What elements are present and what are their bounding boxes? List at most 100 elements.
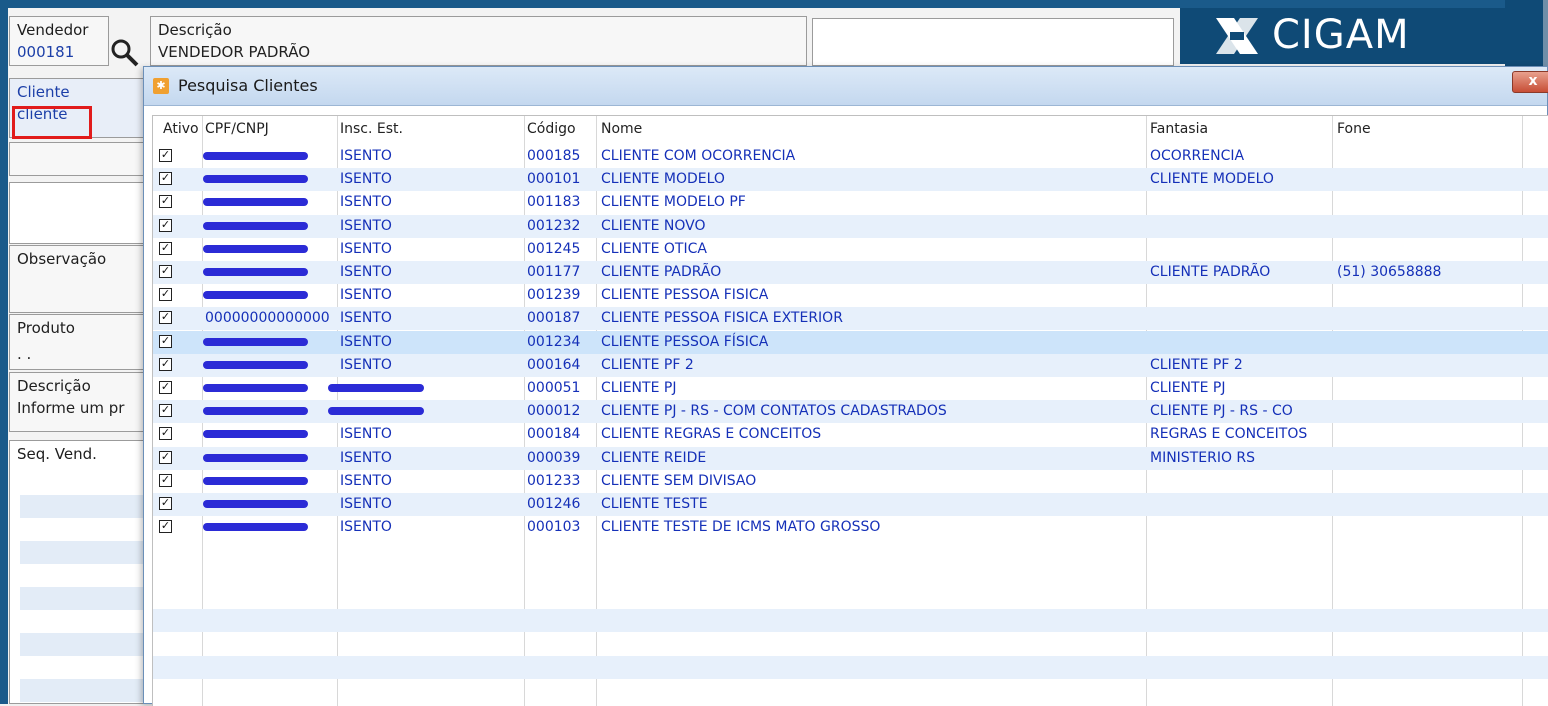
search-icon[interactable] [110, 38, 140, 68]
window-top-frame [0, 0, 1548, 8]
header-fantasia[interactable]: Fantasia [1150, 121, 1208, 137]
codigo-cell: 001245 [527, 240, 581, 257]
codigo-cell: 000039 [527, 449, 581, 466]
ativo-checkbox[interactable]: ✓ [159, 497, 172, 510]
fantasia-cell: OCORRENCIA [1150, 148, 1245, 164]
cpf-cnpj-redacted [203, 453, 308, 462]
nome-cell: CLIENTE PESSOA FISICA EXTERIOR [601, 310, 843, 327]
nome-cell: CLIENTE NOVO [601, 217, 706, 234]
insc-est-cell: ISENTO [340, 310, 392, 327]
cpf-cnpj-redacted [203, 476, 308, 485]
ativo-checkbox[interactable]: ✓ [159, 381, 172, 394]
header-nome[interactable]: Nome [601, 121, 642, 137]
header-fone[interactable]: Fone [1337, 121, 1371, 137]
cpf-cnpj-redacted [203, 152, 308, 160]
codigo-cell: 000184 [527, 426, 581, 443]
pesquisa-clientes-dialog[interactable]: ✱ Pesquisa Clientes x Ativo CPF/CNPJ Ins… [143, 66, 1548, 706]
ativo-checkbox[interactable]: ✓ [159, 473, 172, 487]
table-row[interactable]: ✓ ISENTO 001245 CLIENTE OTICA [153, 238, 1548, 261]
insc-est-cell: ISENTO [340, 426, 392, 443]
observacao-field[interactable]: Observação [9, 245, 149, 313]
table-row[interactable]: ✓ ISENTO 001239 CLIENTE PESSOA FISICA [153, 284, 1548, 307]
nome-cell: CLIENTE PF 2 [601, 356, 694, 373]
codigo-cell: 001232 [527, 217, 581, 234]
ativo-checkbox[interactable]: ✓ [159, 265, 172, 278]
ativo-checkbox[interactable]: ✓ [159, 427, 172, 441]
table-row[interactable]: ✓ ISENTO 000103 CLIENTE TESTE DE ICMS MATO … [153, 516, 1548, 539]
descricao-produto-field: Descrição Informe um pr [9, 372, 149, 432]
produto-label: Produto [17, 319, 75, 337]
nome-cell: CLIENTE MODELO [601, 171, 725, 188]
ativo-checkbox[interactable]: ✓ [159, 520, 172, 534]
table-row[interactable]: ✓ ISENTO 000184 CLIENTE REGRAS E CONCEITOS R… [153, 423, 1548, 446]
cliente-highlight [12, 106, 92, 139]
nome-cell: CLIENTE PADRÃO [601, 264, 722, 280]
ativo-checkbox[interactable]: ✓ [159, 218, 172, 232]
insc-est-cell: ISENTO [340, 194, 392, 211]
nome-cell: CLIENTE PESSOA FÍSICA [601, 333, 769, 350]
table-row[interactable]: ✓ ISENTO 001232 CLIENTE NOVO [153, 214, 1548, 238]
table-row[interactable]: ✓ 000012 CLIENTE PJ - RS - COM CONTATOS CA… [153, 400, 1548, 424]
produto-field[interactable]: Produto . . [9, 314, 149, 370]
ativo-checkbox[interactable]: ✓ [159, 149, 172, 162]
items-grid[interactable]: Seq. Vend. [9, 440, 151, 704]
header-cpf-cnpj[interactable]: CPF/CNPJ [205, 121, 269, 137]
empty-field[interactable] [812, 18, 1174, 66]
table-row[interactable]: ✓ ISENTO 001246 CLIENTE TESTE [153, 493, 1548, 516]
descricao-produto-value: Informe um pr [17, 399, 125, 417]
cpf-cnpj-redacted [203, 360, 308, 369]
table-row[interactable]: ✓ ISENTO 000101 CLIENTE MODELO CLIENTE MODEL… [153, 168, 1548, 192]
codigo-cell: 000103 [527, 519, 581, 536]
fantasia-cell: CLIENTE PF 2 [1150, 356, 1243, 373]
seq-vend-header: Seq. Vend. [17, 445, 97, 463]
nome-cell: CLIENTE OTICA [601, 240, 707, 257]
codigo-cell: 000012 [527, 403, 581, 420]
ativo-checkbox[interactable]: ✓ [159, 241, 172, 255]
ativo-checkbox[interactable]: ✓ [159, 288, 172, 302]
ativo-checkbox[interactable]: ✓ [159, 404, 172, 418]
vendedor-field[interactable]: Vendedor 000181 [9, 16, 109, 66]
fantasia-cell: CLIENTE PJ - RS - CO [1150, 403, 1293, 420]
table-row[interactable]: ✓ 00000000000000 ISENTO 000187 CLIENTE PESSO… [153, 307, 1548, 331]
cpf-cnpj-redacted [203, 291, 308, 300]
ativo-checkbox[interactable]: ✓ [159, 334, 172, 348]
ativo-checkbox[interactable]: ✓ [159, 172, 172, 186]
observacao-label: Observação [17, 250, 107, 268]
cpf-cnpj-redacted [203, 407, 308, 416]
ativo-checkbox[interactable]: ✓ [159, 195, 172, 209]
cpf-cnpj-redacted [203, 244, 308, 253]
table-row[interactable]: ✓ ISENTO 000164 CLIENTE PF 2 CLIENTE PF 2 [153, 353, 1548, 377]
clientes-grid[interactable]: Ativo CPF/CNPJ Insc. Est. Código Nome Fa… [152, 115, 1548, 706]
table-row [153, 656, 1548, 679]
header-insc-est[interactable]: Insc. Est. [340, 121, 403, 137]
cpf-cnpj-redacted [203, 523, 308, 532]
header-ativo[interactable]: Ativo [163, 121, 199, 137]
insc-est-cell: ISENTO [340, 356, 392, 373]
dialog-title-bar[interactable]: ✱ Pesquisa Clientes x [144, 67, 1548, 106]
table-row[interactable]: ✓ ISENTO 000185 CLIENTE COM OCORRENCIA OCORR… [153, 145, 1548, 168]
nome-cell: CLIENTE PESSOA FISICA [601, 287, 769, 304]
close-button[interactable]: x [1512, 71, 1548, 93]
table-row[interactable]: ✓ ISENTO 000039 CLIENTE REIDE MINISTERIO RS [153, 446, 1548, 470]
cpf-cnpj-redacted [203, 384, 308, 392]
grid-row [20, 633, 151, 656]
codigo-cell: 001246 [527, 496, 581, 512]
codigo-cell: 001234 [527, 333, 581, 350]
cpf-cnpj-redacted [203, 268, 308, 276]
table-row[interactable]: ✓ ISENTO 001183 CLIENTE MODELO PF [153, 191, 1548, 214]
table-row[interactable]: ✓ ISENTO 001234 CLIENTE PESSOA FÍSICA [153, 330, 1548, 354]
codigo-cell: 001177 [527, 264, 581, 280]
header-codigo[interactable]: Código [527, 121, 576, 137]
app-icon: ✱ [153, 78, 169, 94]
insc-est-cell: ISENTO [340, 519, 392, 536]
ativo-checkbox[interactable]: ✓ [159, 450, 172, 464]
table-row[interactable]: ✓ 000051 CLIENTE PJ CLIENTE PJ [153, 377, 1548, 400]
ativo-checkbox[interactable]: ✓ [159, 357, 172, 371]
codigo-cell: 001233 [527, 472, 581, 489]
fantasia-cell: CLIENTE MODELO [1150, 171, 1274, 188]
table-row[interactable]: ✓ ISENTO 001177 CLIENTE PADRÃO CLIENTE PADRÃ… [153, 261, 1548, 284]
blank-field-2 [9, 182, 149, 244]
nome-cell: CLIENTE TESTE [601, 496, 708, 512]
ativo-checkbox[interactable]: ✓ [159, 311, 172, 325]
table-row[interactable]: ✓ ISENTO 001233 CLIENTE SEM DIVISAO [153, 470, 1548, 493]
